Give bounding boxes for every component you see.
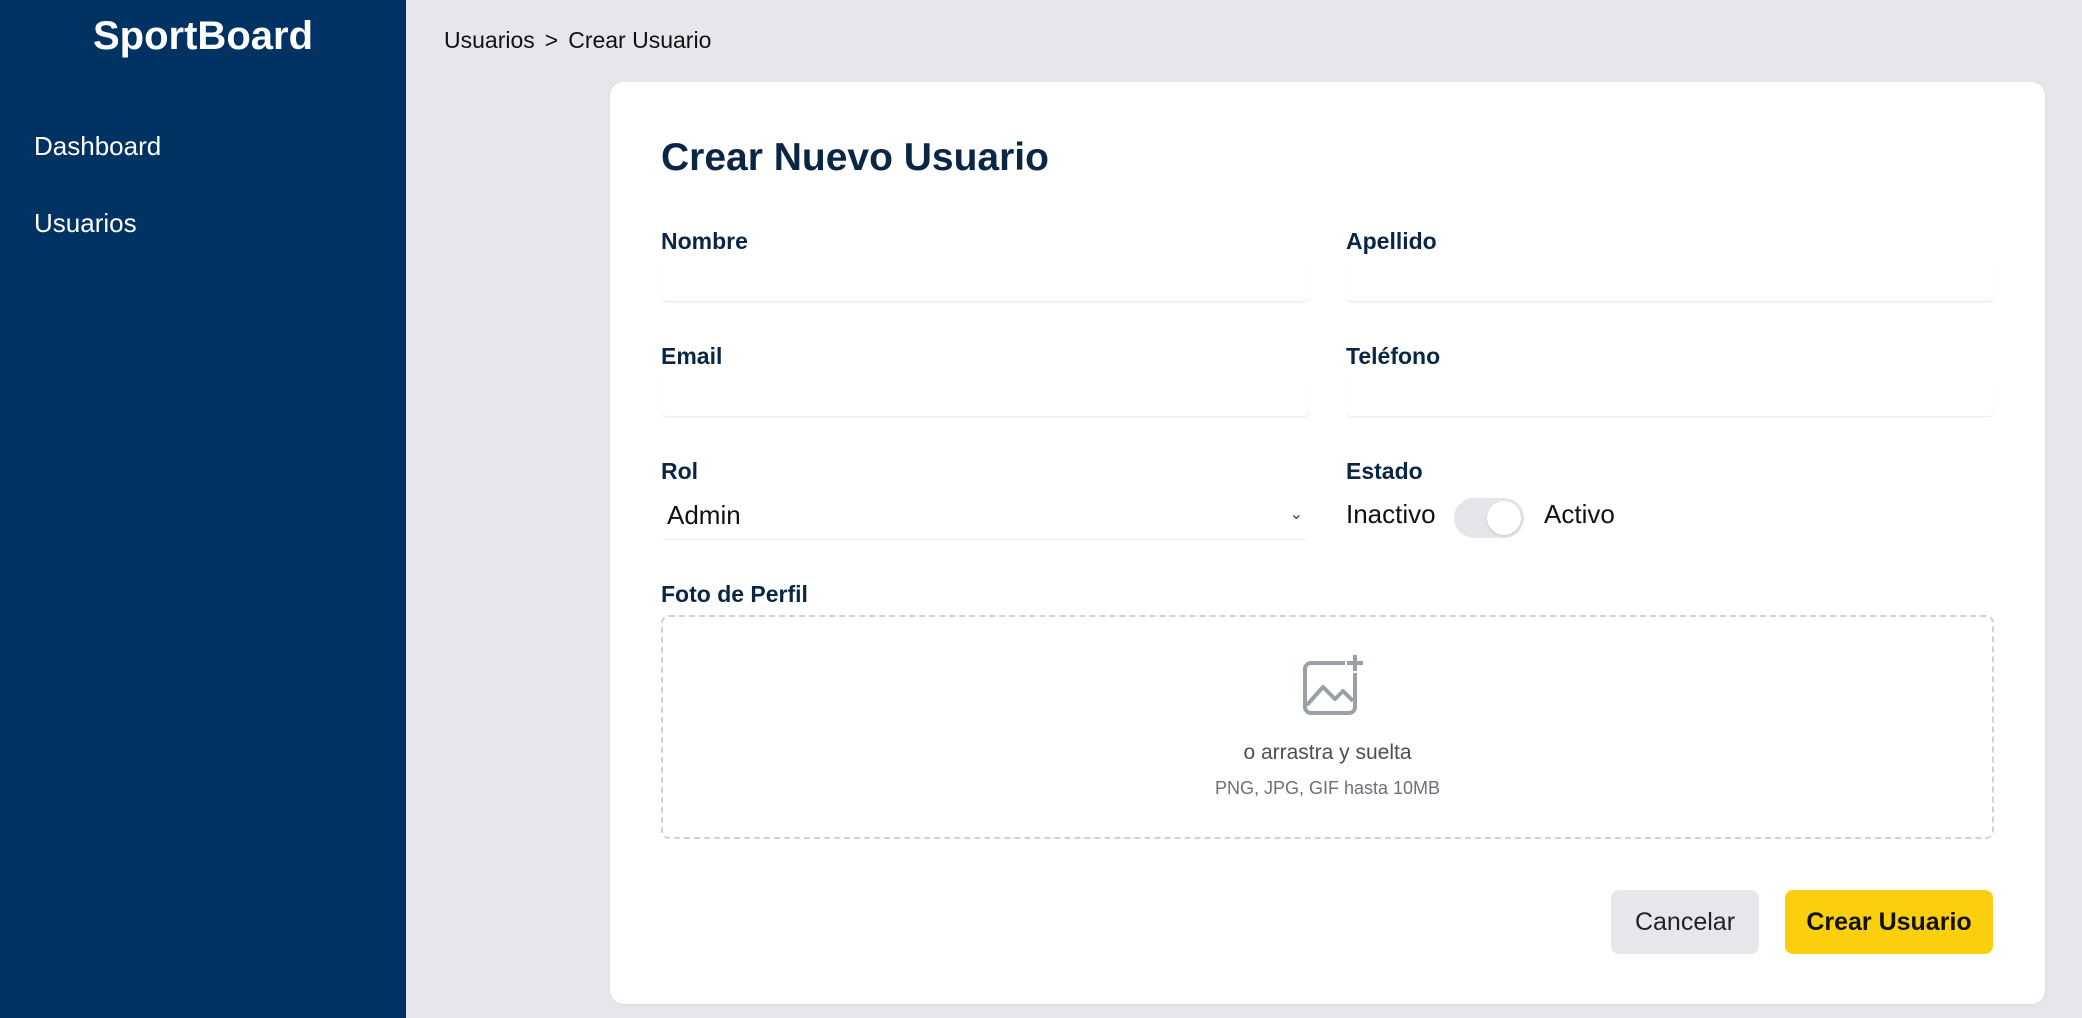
estado-toggle[interactable] xyxy=(1454,498,1524,538)
image-add-icon xyxy=(1303,653,1365,715)
photo-dropzone[interactable]: o arrastra y suelta PNG, JPG, GIF hasta … xyxy=(661,615,1994,839)
email-label: Email xyxy=(661,343,723,369)
sidebar-item-usuarios[interactable]: Usuarios xyxy=(34,208,137,239)
email-field[interactable] xyxy=(661,375,1309,417)
dropzone-hint: PNG, JPG, GIF hasta 10MB xyxy=(1214,778,1441,798)
page-title: Crear Nuevo Usuario xyxy=(661,136,1049,179)
apellido-field[interactable] xyxy=(1346,260,1994,302)
rol-label: Rol xyxy=(661,458,699,484)
rol-select[interactable]: Admin ⌄ xyxy=(661,492,1309,540)
foto-label: Foto de Perfil xyxy=(661,581,808,607)
estado-activo-label: Activo xyxy=(1544,499,1615,529)
nombre-field[interactable] xyxy=(661,260,1309,302)
apellido-label: Apellido xyxy=(1346,228,1437,254)
chevron-down-icon: ⌄ xyxy=(1289,506,1303,523)
breadcrumb-current: Crear Usuario xyxy=(568,27,712,53)
rol-selected-value: Admin xyxy=(667,500,741,530)
cancel-button[interactable]: Cancelar xyxy=(1611,890,1759,954)
sidebar-item-dashboard[interactable]: Dashboard xyxy=(34,131,161,162)
breadcrumb-separator: > xyxy=(544,27,559,53)
dropzone-text: o arrastra y suelta xyxy=(1243,741,1412,764)
estado-label: Estado xyxy=(1346,458,1423,484)
nombre-label: Nombre xyxy=(661,228,748,254)
toggle-knob xyxy=(1487,501,1521,535)
sidebar: SportBoard Dashboard Usuarios xyxy=(0,0,406,1018)
breadcrumb: Usuarios > Crear Usuario xyxy=(444,27,711,54)
create-user-button[interactable]: Crear Usuario xyxy=(1785,890,1993,954)
estado-inactivo-label: Inactivo xyxy=(1346,499,1436,529)
brand-logo: SportBoard xyxy=(93,14,313,58)
telefono-label: Teléfono xyxy=(1346,343,1441,369)
telefono-field[interactable] xyxy=(1346,375,1994,417)
breadcrumb-parent[interactable]: Usuarios xyxy=(444,27,535,53)
form-card: Crear Nuevo Usuario Nombre Apellido Emai… xyxy=(610,82,2045,1004)
